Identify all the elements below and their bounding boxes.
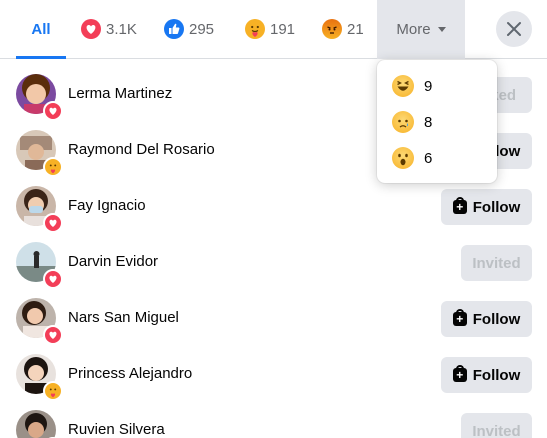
list-item: Darvin Evidor Invited xyxy=(0,234,547,290)
love-count: 3.1K xyxy=(106,20,137,38)
list-item: Nars San Miguel Follow xyxy=(0,290,547,346)
tab-angry[interactable]: 21 xyxy=(322,0,364,58)
follow-icon xyxy=(452,365,467,382)
person-name[interactable]: Darvin Evidor xyxy=(68,253,158,270)
love-badge-icon xyxy=(43,213,63,233)
like-reaction-icon xyxy=(164,19,184,39)
follow-label: Follow xyxy=(472,366,521,384)
haha-count: 9 xyxy=(424,77,433,95)
love-badge-icon xyxy=(43,269,63,289)
care-reaction-icon xyxy=(245,19,265,39)
person-name[interactable]: Ruvien Silvera xyxy=(68,421,165,438)
follow-icon xyxy=(452,309,467,326)
person-name[interactable]: Princess Alejandro xyxy=(68,365,192,382)
person-name[interactable]: Lerma Martinez xyxy=(68,85,172,102)
follow-button[interactable]: Follow xyxy=(441,357,532,393)
love-reaction-icon xyxy=(81,19,101,39)
love-badge-icon xyxy=(43,101,63,121)
sad-reaction-icon xyxy=(392,111,414,133)
more-reactions-button[interactable]: More xyxy=(377,0,465,59)
list-item: Princess Alejandro Follow xyxy=(0,346,547,402)
reaction-tabs: All 3.1K 295 191 21 More xyxy=(0,0,547,59)
sad-count: 8 xyxy=(424,113,433,131)
follow-button[interactable]: Follow xyxy=(441,189,532,225)
follow-label: Follow xyxy=(472,310,521,328)
active-tab-indicator xyxy=(16,56,66,59)
like-count: 295 xyxy=(189,20,215,38)
dropdown-item-wow[interactable]: 6 xyxy=(377,140,497,176)
dropdown-item-sad[interactable]: 8 xyxy=(377,104,497,140)
tab-all[interactable]: All xyxy=(16,0,66,58)
wow-reaction-icon xyxy=(392,147,414,169)
angry-reaction-icon xyxy=(322,19,342,39)
invited-button: Invited xyxy=(461,413,532,438)
close-icon xyxy=(507,22,521,36)
invited-button: Invited xyxy=(461,245,532,281)
angry-count: 21 xyxy=(347,20,364,38)
list-item: Fay Ignacio Follow xyxy=(0,178,547,234)
close-button[interactable] xyxy=(496,11,532,47)
follow-label: Follow xyxy=(472,198,521,216)
tab-like[interactable]: 295 xyxy=(164,0,214,58)
care-count: 191 xyxy=(270,20,296,38)
haha-reaction-icon xyxy=(392,75,414,97)
avatar[interactable] xyxy=(16,410,56,438)
follow-button[interactable]: Follow xyxy=(441,301,532,337)
list-item: Ruvien Silvera Invited xyxy=(0,402,547,438)
care-badge-icon xyxy=(43,381,63,401)
follow-icon xyxy=(452,197,467,214)
love-badge-icon xyxy=(43,325,63,345)
more-reactions-dropdown: 9 8 6 xyxy=(377,60,497,183)
care-badge-icon xyxy=(43,157,63,177)
more-label: More xyxy=(396,21,431,38)
person-name[interactable]: Raymond Del Rosario xyxy=(68,141,215,158)
wow-count: 6 xyxy=(424,149,433,167)
person-name[interactable]: Fay Ignacio xyxy=(68,197,146,214)
person-name[interactable]: Nars San Miguel xyxy=(68,309,179,326)
tab-love[interactable]: 3.1K xyxy=(81,0,137,58)
dropdown-item-haha[interactable]: 9 xyxy=(377,68,497,104)
tab-care[interactable]: 191 xyxy=(245,0,295,58)
caret-down-icon xyxy=(437,27,446,32)
